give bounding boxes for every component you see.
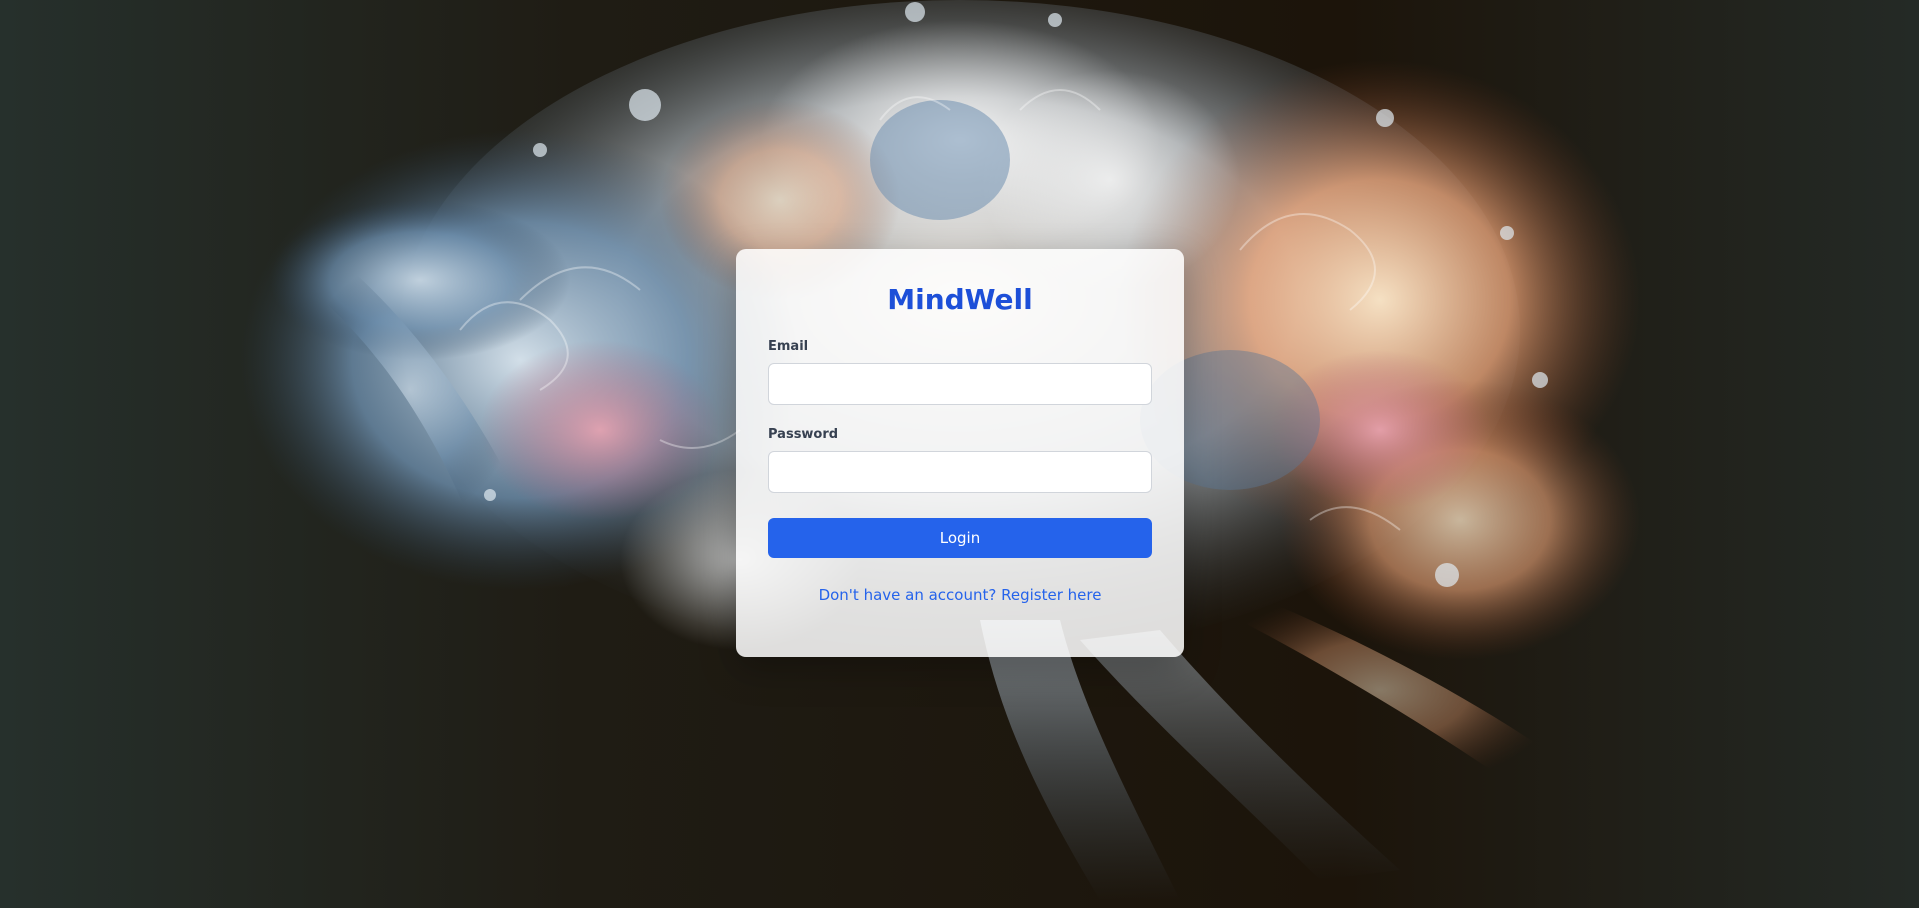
register-row: Don't have an account? Register here	[768, 586, 1152, 605]
password-input[interactable]	[768, 451, 1152, 493]
login-card: MindWell Email Password Login Don't have…	[736, 249, 1184, 657]
password-label: Password	[768, 427, 839, 442]
register-link[interactable]: Don't have an account? Register here	[819, 586, 1102, 604]
email-label: Email	[768, 339, 809, 354]
app-title: MindWell	[887, 283, 1033, 316]
email-input[interactable]	[768, 363, 1152, 405]
login-page: MindWell Email Password Login Don't have…	[0, 0, 1919, 908]
login-button[interactable]: Login	[768, 518, 1152, 558]
